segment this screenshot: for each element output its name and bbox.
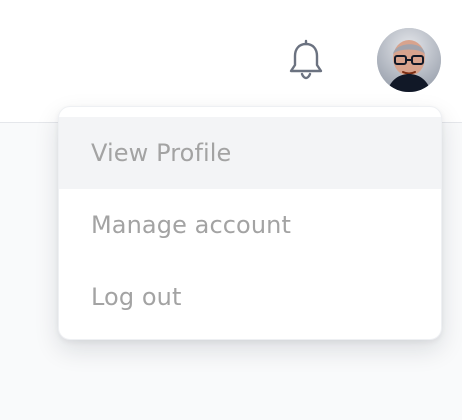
menu-item-log-out[interactable]: Log out	[59, 261, 441, 333]
top-header	[0, 0, 462, 123]
profile-dropdown-menu: View Profile Manage account Log out	[58, 106, 442, 340]
menu-item-manage-account[interactable]: Manage account	[59, 189, 441, 261]
menu-item-label: Log out	[91, 283, 182, 311]
notifications-bell-icon[interactable]	[286, 38, 326, 82]
user-avatar[interactable]	[377, 28, 441, 92]
menu-item-view-profile[interactable]: View Profile	[59, 117, 441, 189]
menu-item-label: View Profile	[91, 139, 232, 167]
menu-item-label: Manage account	[91, 211, 291, 239]
